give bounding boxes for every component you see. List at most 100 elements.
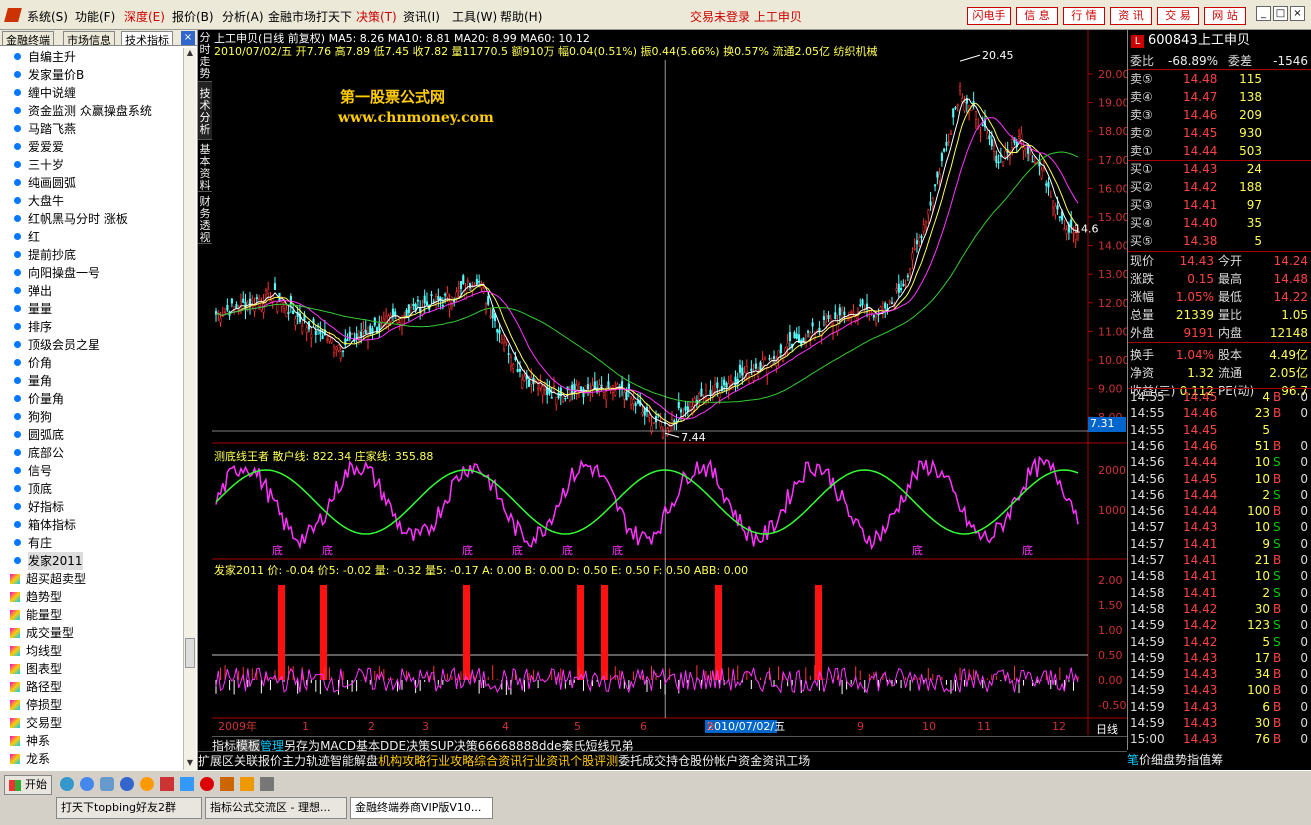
market-button[interactable]: 行 情: [1063, 7, 1105, 25]
quicklaunch-app4-icon[interactable]: [240, 777, 254, 791]
extension-tab[interactable]: 综合资讯: [474, 754, 522, 768]
extension-tab[interactable]: 机构攻略: [378, 754, 426, 768]
left-scrollbar[interactable]: ▲ ▼: [183, 48, 196, 770]
news-button[interactable]: 资 讯: [1110, 7, 1152, 25]
tree-group[interactable]: 超买超卖型: [10, 570, 86, 588]
info-workshop-tab[interactable]: 资讯工场: [762, 754, 810, 768]
tree-item[interactable]: 好指标: [14, 498, 64, 516]
bid-row[interactable]: 买① 14.43 24: [1128, 160, 1311, 178]
menu-analysis[interactable]: 分析(A): [222, 8, 264, 25]
quicklaunch-help-icon[interactable]: [100, 777, 114, 791]
website-button[interactable]: 网 站: [1204, 7, 1246, 25]
tree-item[interactable]: 纯画圆弧: [14, 174, 76, 192]
quicklaunch-app3-icon[interactable]: [220, 777, 234, 791]
quicklaunch-ie2-icon[interactable]: [120, 777, 134, 791]
tree-item[interactable]: 价量角: [14, 390, 64, 408]
tree-group[interactable]: 路径型: [10, 678, 62, 696]
quicklaunch-app5-icon[interactable]: [260, 777, 274, 791]
close-panel-icon[interactable]: ×: [181, 31, 195, 45]
quote-tab[interactable]: 值: [1199, 753, 1211, 767]
bid-row[interactable]: 买⑤ 14.38 5: [1128, 232, 1311, 250]
menu-news[interactable]: 资讯(I): [403, 8, 440, 25]
quicklaunch-qq2-icon[interactable]: [140, 777, 154, 791]
menu-depth[interactable]: 深度(E): [124, 8, 165, 25]
tree-item[interactable]: 价角: [14, 354, 52, 372]
quicklaunch-qq-icon[interactable]: [60, 777, 74, 791]
info-button[interactable]: 信 息: [1016, 7, 1058, 25]
quote-tab[interactable]: 价: [1139, 753, 1151, 767]
tree-group[interactable]: 神系: [10, 732, 50, 750]
flash-trade-button[interactable]: 闪电手: [967, 7, 1011, 25]
tree-item[interactable]: 马踏飞燕: [14, 120, 76, 138]
tab-time-share[interactable]: 分时走势: [198, 30, 212, 82]
quote-tab[interactable]: 细: [1151, 753, 1163, 767]
ask-row[interactable]: 卖② 14.45 930: [1128, 124, 1311, 142]
quicklaunch-app2-icon[interactable]: [180, 777, 194, 791]
quote-tab[interactable]: 指: [1187, 753, 1199, 767]
start-button[interactable]: 开始: [4, 775, 52, 795]
menu-datianxia[interactable]: 打天下: [316, 8, 352, 25]
extension-tab[interactable]: 委托成交: [618, 754, 666, 768]
tree-item[interactable]: 排序: [14, 318, 52, 336]
quote-tab[interactable]: 笔: [1127, 753, 1139, 767]
tree-item[interactable]: 提前抄底: [14, 246, 76, 264]
tab-finance-terminal[interactable]: 金融终端: [2, 31, 54, 47]
menu-finance-market[interactable]: 金融市场: [268, 8, 316, 25]
tree-item[interactable]: 量量: [14, 300, 52, 318]
kline-chart[interactable]: 20.0019.0018.0017.0016.0015.0014.0013.00…: [212, 30, 1127, 735]
tree-item[interactable]: 发家2011: [14, 552, 83, 570]
task-item-browser[interactable]: 指标公式交流区 - 理想...: [205, 797, 347, 819]
menu-tools[interactable]: 工具(W): [452, 8, 497, 25]
tree-item[interactable]: 信号: [14, 462, 52, 480]
tree-item[interactable]: 顶底: [14, 480, 52, 498]
tree-group[interactable]: 交易型: [10, 714, 62, 732]
tree-item[interactable]: 资金监测 众赢操盘系统: [14, 102, 152, 120]
tree-item[interactable]: 爱爱爱: [14, 138, 64, 156]
minimize-icon[interactable]: _: [1256, 6, 1271, 21]
trade-button[interactable]: 交 易: [1157, 7, 1199, 25]
quote-tab[interactable]: 盘: [1163, 753, 1175, 767]
tree-item[interactable]: 狗狗: [14, 408, 52, 426]
tree-item[interactable]: 缠中说缠: [14, 84, 76, 102]
tree-item[interactable]: 有庄: [14, 534, 52, 552]
extension-tab[interactable]: 帐户资金: [714, 754, 762, 768]
task-item-terminal[interactable]: 金融终端券商VIP版V10...: [350, 797, 493, 819]
extension-tab[interactable]: 行业资讯: [522, 754, 570, 768]
extension-tab[interactable]: 主力轨迹: [282, 754, 330, 768]
extension-tab[interactable]: 关联报价: [234, 754, 282, 768]
tree-group[interactable]: 成交量型: [10, 624, 74, 642]
tree-item[interactable]: 三十岁: [14, 156, 64, 174]
extension-tab[interactable]: 持仓股份: [666, 754, 714, 768]
tab-market-info[interactable]: 市场信息: [63, 31, 115, 47]
scroll-thumb[interactable]: [185, 638, 195, 668]
bid-row[interactable]: 买④ 14.40 35: [1128, 214, 1311, 232]
tree-item[interactable]: 圆弧底: [14, 426, 64, 444]
menu-function[interactable]: 功能(F): [75, 8, 115, 25]
menu-system[interactable]: 系统(S): [27, 8, 68, 25]
quicklaunch-ie-icon[interactable]: [80, 777, 94, 791]
quicklaunch-app-icon[interactable]: [160, 777, 174, 791]
tab-basic-info[interactable]: 基本资料: [198, 140, 212, 192]
tree-group[interactable]: 图表型: [10, 660, 62, 678]
extension-tab[interactable]: 行业攻略: [426, 754, 474, 768]
tree-group[interactable]: 龙系: [10, 750, 50, 768]
kline-chart-area[interactable]: 20.00 19.00 18.00 17.00 16.00 15.00 14.00 13.00…: [212, 30, 1127, 737]
tree-item[interactable]: 红: [14, 228, 40, 246]
tab-financial[interactable]: 财务透视: [198, 192, 212, 244]
tree-item[interactable]: 量角: [14, 372, 52, 390]
bid-row[interactable]: 买② 14.42 188: [1128, 178, 1311, 196]
tree-item[interactable]: 红帆黑马分时 涨板: [14, 210, 128, 228]
quote-tab[interactable]: 筹: [1211, 753, 1223, 767]
period-label[interactable]: 日线: [1096, 721, 1118, 737]
tree-item[interactable]: 箱体指标: [14, 516, 76, 534]
ask-row[interactable]: 卖⑤ 14.48 115: [1128, 70, 1311, 88]
tab-tech-analysis[interactable]: 技术分析: [198, 82, 212, 140]
tree-item[interactable]: 底部公: [14, 444, 64, 462]
ask-row[interactable]: 卖① 14.44 503: [1128, 142, 1311, 160]
tree-item[interactable]: 弹出: [14, 282, 52, 300]
scroll-down-icon[interactable]: ▼: [184, 758, 196, 770]
extension-tab[interactable]: 扩展区: [198, 754, 234, 768]
tree-group[interactable]: 均线型: [10, 642, 62, 660]
scroll-up-icon[interactable]: ▲: [184, 48, 196, 60]
tree-group[interactable]: 能量型: [10, 606, 62, 624]
